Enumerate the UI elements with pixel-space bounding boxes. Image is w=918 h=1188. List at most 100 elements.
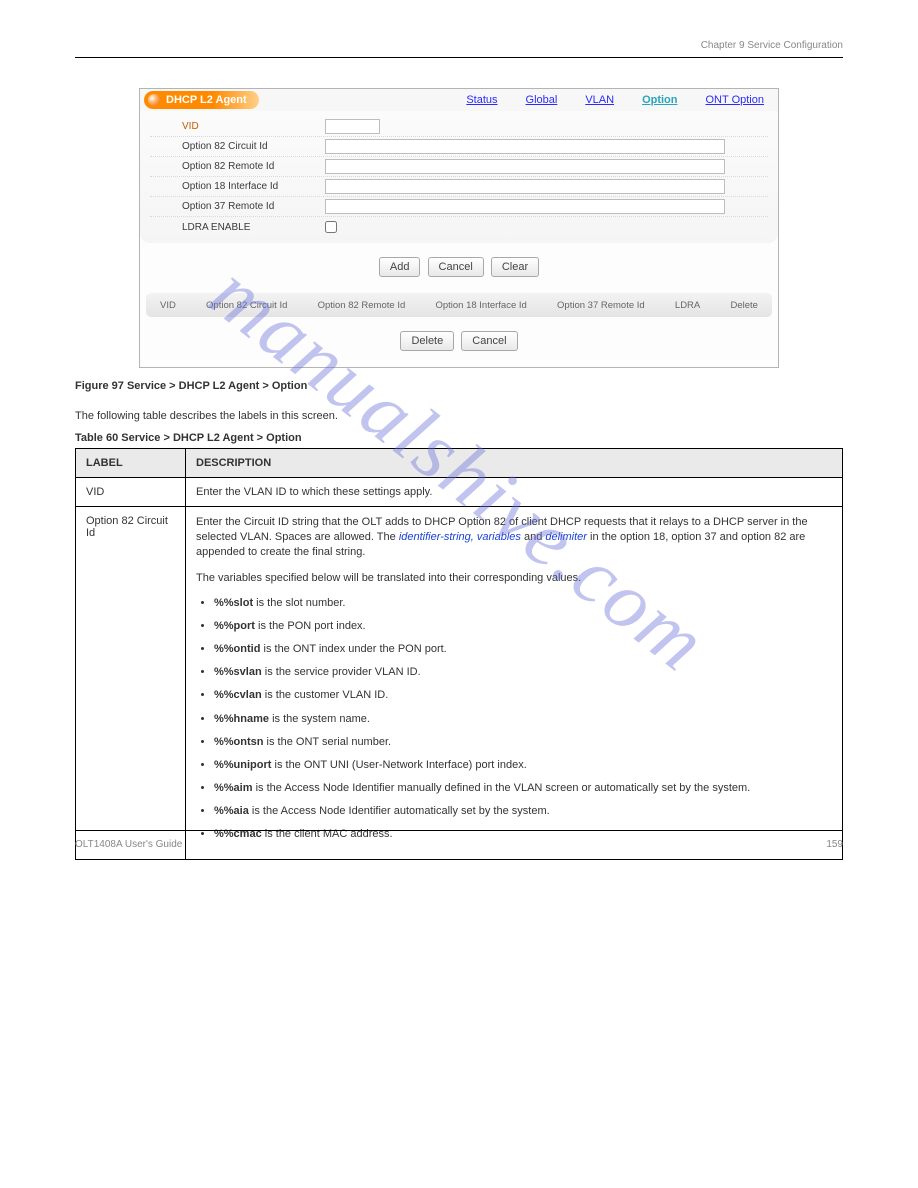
figure-prefix: Figure 97	[75, 380, 127, 392]
variable-name: %%aia	[214, 805, 249, 817]
form-area: VID Option 82 Circuit Id Option 82 Remot…	[140, 111, 778, 243]
row1-p1: Enter the Circuit ID string that the OLT…	[196, 515, 832, 561]
panel-title: DHCP L2 Agent	[166, 94, 247, 106]
header-rule	[75, 57, 843, 58]
opt82-circuit-label: Option 82 Circuit Id	[150, 141, 325, 152]
list-item: %%hname is the system name.	[214, 712, 832, 727]
table-prefix: Table 60	[75, 432, 121, 444]
delete-button[interactable]: Delete	[400, 331, 454, 351]
col-vid: VID	[160, 300, 176, 311]
variable-name: %%ontid	[214, 643, 260, 655]
ldra-checkbox[interactable]	[325, 221, 337, 233]
col-opt82c: Option 82 Circuit Id	[206, 300, 287, 311]
variable-desc: is the service provider VLAN ID.	[262, 666, 421, 678]
list-item: %%slot is the slot number.	[214, 596, 832, 611]
col-opt18i: Option 18 Interface Id	[435, 300, 526, 311]
vid-label: VID	[150, 121, 325, 132]
variable-desc: is the PON port index.	[255, 620, 366, 632]
figure-caption: Figure 97 Service > DHCP L2 Agent > Opti…	[75, 380, 843, 392]
row-vid: VID	[150, 117, 768, 137]
variable-name: %%svlan	[214, 666, 262, 678]
variable-desc: is the slot number.	[253, 597, 345, 609]
row1-p1b: and	[524, 531, 545, 543]
nav-vlan-link[interactable]: VLAN	[585, 94, 614, 106]
cancel-button[interactable]: Cancel	[428, 257, 484, 277]
table-row: VID Enter the VLAN ID to which these set…	[76, 478, 843, 507]
variable-name: %%uniport	[214, 759, 271, 771]
panel-nav: Status Global VLAN Option ONT Option	[466, 94, 778, 106]
row-ldra: LDRA ENABLE	[150, 217, 768, 237]
row0-label: VID	[76, 478, 186, 507]
list-item: %%ontsn is the ONT serial number.	[214, 735, 832, 750]
buttons-top: Add Cancel Clear	[140, 243, 778, 293]
table-caption: Table 60 Service > DHCP L2 Agent > Optio…	[75, 432, 843, 444]
column-header-bar: VID Option 82 Circuit Id Option 82 Remot…	[146, 293, 772, 317]
list-item: %%port is the PON port index.	[214, 619, 832, 634]
ldra-label: LDRA ENABLE	[150, 222, 325, 233]
row-opt18-interface: Option 18 Interface Id	[150, 177, 768, 197]
page-header-right: Chapter 9 Service Configuration	[75, 40, 843, 51]
list-item: %%aim is the Access Node Identifier manu…	[214, 781, 832, 796]
panel-header: DHCP L2 Agent Status Global VLAN Option …	[140, 89, 778, 111]
row-opt82-remote: Option 82 Remote Id	[150, 157, 768, 177]
variable-name: %%cvlan	[214, 689, 262, 701]
variable-desc: is the Access Node Identifier manually d…	[253, 782, 751, 794]
clear-button[interactable]: Clear	[491, 257, 539, 277]
list-item: %%aia is the Access Node Identifier auto…	[214, 804, 832, 819]
variable-desc: is the Access Node Identifier automatica…	[249, 805, 550, 817]
opt18-interface-input[interactable]	[325, 179, 725, 194]
description-table: LABEL DESCRIPTION VID Enter the VLAN ID …	[75, 448, 843, 860]
variable-list: %%slot is the slot number. %%port is the …	[214, 596, 832, 843]
opt82-remote-label: Option 82 Remote Id	[150, 161, 325, 172]
col-ldra: LDRA	[675, 300, 700, 311]
opt37-remote-label: Option 37 Remote Id	[150, 201, 325, 212]
nav-status-link[interactable]: Status	[466, 94, 497, 106]
vid-input[interactable]	[325, 119, 380, 134]
list-item: %%ontid is the ONT index under the PON p…	[214, 642, 832, 657]
row1-desc: Enter the Circuit ID string that the OLT…	[186, 507, 843, 860]
panel-orb-icon	[148, 94, 160, 106]
th-desc: DESCRIPTION	[186, 449, 843, 478]
row1-p1var: identifier-string, variables	[399, 531, 521, 543]
list-item: %%cvlan is the customer VLAN ID.	[214, 688, 832, 703]
nav-ont-option-link[interactable]: ONT Option	[706, 94, 765, 106]
figure-rest: Service > DHCP L2 Agent > Option	[127, 380, 307, 392]
cancel-bottom-button[interactable]: Cancel	[461, 331, 517, 351]
dhcp-option-panel: DHCP L2 Agent Status Global VLAN Option …	[139, 88, 779, 368]
variable-name: %%port	[214, 620, 255, 632]
table-row: Option 82 Circuit Id Enter the Circuit I…	[76, 507, 843, 860]
table-rest: Service > DHCP L2 Agent > Option	[121, 432, 301, 444]
variable-name: %%aim	[214, 782, 253, 794]
footer-left: OLT1408A User's Guide	[75, 839, 182, 850]
row-opt82-circuit: Option 82 Circuit Id	[150, 137, 768, 157]
nav-global-link[interactable]: Global	[526, 94, 558, 106]
footer-rule	[75, 830, 843, 831]
col-opt37r: Option 37 Remote Id	[557, 300, 645, 311]
opt82-remote-input[interactable]	[325, 159, 725, 174]
opt18-interface-label: Option 18 Interface Id	[150, 181, 325, 192]
variable-desc: is the customer VLAN ID.	[262, 689, 389, 701]
opt82-circuit-input[interactable]	[325, 139, 725, 154]
add-button[interactable]: Add	[379, 257, 421, 277]
variable-desc: is the ONT index under the PON port.	[260, 643, 446, 655]
page-footer: OLT1408A User's Guide 159	[75, 820, 843, 850]
col-opt82r: Option 82 Remote Id	[318, 300, 406, 311]
col-delete: Delete	[730, 300, 757, 311]
nav-option-link[interactable]: Option	[642, 94, 677, 106]
th-label: LABEL	[76, 449, 186, 478]
variable-desc: is the ONT serial number.	[264, 736, 392, 748]
explain-line: The following table describes the labels…	[75, 410, 843, 422]
variable-desc: is the ONT UNI (User-Network Interface) …	[271, 759, 526, 771]
footer-right: 159	[826, 839, 843, 850]
variable-name: %%ontsn	[214, 736, 264, 748]
row1-p2: The variables specified below will be tr…	[196, 571, 832, 586]
row1-p1var2: delimiter	[545, 531, 587, 543]
list-item: %%svlan is the service provider VLAN ID.	[214, 665, 832, 680]
row1-label: Option 82 Circuit Id	[76, 507, 186, 860]
row0-desc: Enter the VLAN ID to which these setting…	[186, 478, 843, 507]
variable-desc: is the system name.	[269, 713, 370, 725]
panel-title-bar: DHCP L2 Agent	[144, 91, 259, 109]
variable-name: %%hname	[214, 713, 269, 725]
variable-name: %%slot	[214, 597, 253, 609]
opt37-remote-input[interactable]	[325, 199, 725, 214]
